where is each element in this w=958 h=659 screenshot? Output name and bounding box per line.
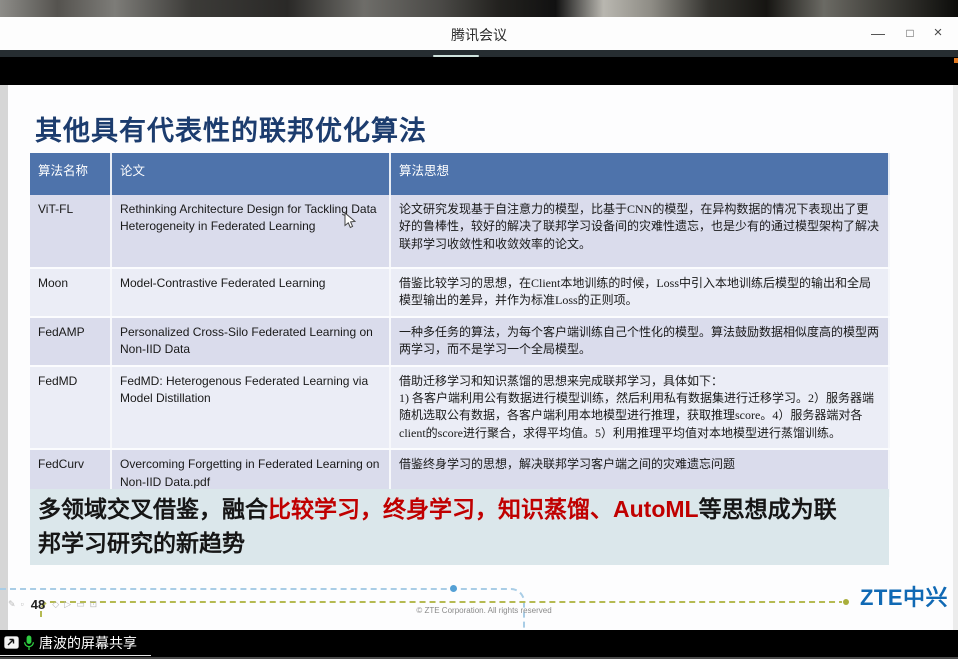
decorative-dot-blue bbox=[450, 585, 457, 592]
shared-slide: 其他具有代表性的联邦优化算法 算法名称 论文 算法思想 ViT-FL Rethi… bbox=[0, 85, 958, 630]
summary-emphasis: 比较学习，终身学习，知识蒸馏、AutoML bbox=[268, 496, 699, 522]
idea-cell: 借助迁移学习和知识蒸馏的思想来完成联邦学习，具体如下： 1) 各客户端利用公有数… bbox=[390, 366, 889, 450]
pencil-icon: ✎ bbox=[8, 599, 16, 610]
decorative-dot-olive bbox=[843, 599, 849, 605]
table-row: FedAMP Personalized Cross-Silo Federated… bbox=[30, 317, 889, 366]
paper-cell: Personalized Cross-Silo Federated Learni… bbox=[111, 317, 390, 366]
play-icon: ▷ bbox=[64, 599, 71, 610]
table-row: FedMD FedMD: Heterogenous Federated Lear… bbox=[30, 366, 889, 450]
summary-prefix: 多领域交叉借鉴，融合 bbox=[38, 496, 268, 522]
diamond-icon: ◇ bbox=[52, 599, 59, 610]
paper-cell: Model-Contrastive Federated Learning bbox=[111, 268, 390, 317]
desktop-wallpaper bbox=[0, 0, 958, 17]
meeting-toolbar-strip bbox=[0, 50, 958, 57]
screen-share-icon bbox=[4, 636, 19, 649]
slide-title: 其他具有代表性的联邦优化算法 bbox=[35, 109, 427, 148]
header-algo-name: 算法名称 bbox=[30, 153, 111, 195]
algo-name-cell: ViT-FL bbox=[30, 195, 111, 268]
paper-cell: Rethinking Architecture Design for Tackl… bbox=[111, 195, 390, 268]
frame-icon: ▫ bbox=[21, 599, 24, 609]
algo-name-cell: FedMD bbox=[30, 366, 111, 450]
table-row: Moon Model-Contrastive Federated Learnin… bbox=[30, 268, 889, 317]
recording-indicator-dot bbox=[954, 58, 958, 63]
slide-footer-tools: ✎ ▫ 48 ◇ ▷ ▭ ⊡ bbox=[8, 595, 97, 613]
screen-share-bar: 唐波的屏幕共享 bbox=[0, 630, 958, 659]
idea-cell: 论文研究发现基于自注意力的模型，比基于CNN的模型，在异构数据的情况下表现出了更… bbox=[390, 195, 889, 268]
maximize-button[interactable]: □ bbox=[898, 23, 922, 43]
header-idea: 算法思想 bbox=[390, 153, 889, 195]
slide-right-edge bbox=[953, 85, 958, 630]
page-number: 48 bbox=[31, 597, 45, 612]
minimize-button[interactable]: — bbox=[866, 23, 890, 43]
share-label: 唐波的屏幕共享 bbox=[39, 633, 137, 653]
window-title: 腾讯会议 bbox=[0, 25, 958, 45]
algorithm-table: 算法名称 论文 算法思想 ViT-FL Rethinking Architect… bbox=[30, 153, 890, 499]
table-row: ViT-FL Rethinking Architecture Design fo… bbox=[30, 195, 889, 268]
share-label-box: 唐波的屏幕共享 bbox=[0, 630, 151, 656]
window-titlebar: 腾讯会议 — □ × bbox=[0, 17, 958, 51]
idea-cell: 一种多任务的算法，为每个客户端训练自己个性化的模型。算法鼓励数据相似度高的模型两… bbox=[390, 317, 889, 366]
algo-name-cell: Moon bbox=[30, 268, 111, 317]
table-header-row: 算法名称 论文 算法思想 bbox=[30, 153, 889, 195]
letterbox-top bbox=[0, 57, 958, 85]
copyright-text: © ZTE Corporation. All rights reserved bbox=[399, 606, 569, 615]
zte-logo: ZTE中兴 bbox=[860, 580, 948, 612]
mouse-cursor-icon bbox=[344, 212, 356, 230]
idea-cell: 借鉴比较学习的思想，在Client本地训练的时候，Loss中引入本地训练后模型的… bbox=[390, 268, 889, 317]
screen: 腾讯会议 — □ × 其他具有代表性的联邦优化算法 算法名称 论文 算法思想 V… bbox=[0, 0, 958, 659]
paper-cell: FedMD: Heterogenous Federated Learning v… bbox=[111, 366, 390, 450]
algo-name-cell: FedAMP bbox=[30, 317, 111, 366]
microphone-icon bbox=[23, 635, 35, 651]
close-button[interactable]: × bbox=[926, 23, 950, 43]
slide-left-edge bbox=[0, 85, 8, 630]
header-paper: 论文 bbox=[111, 153, 390, 195]
clipboard-icon: ⊡ bbox=[90, 599, 98, 610]
folder-icon: ▭ bbox=[76, 599, 85, 610]
summary-highlight-block: 多领域交叉借鉴，融合比较学习，终身学习，知识蒸馏、AutoML等思想成为联邦学习… bbox=[30, 489, 889, 565]
